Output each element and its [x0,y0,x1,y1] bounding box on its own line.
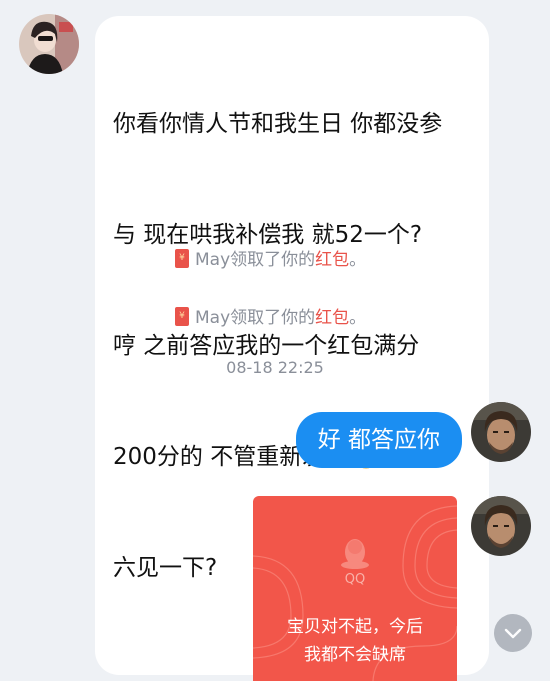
red-packet-link[interactable]: 红包 [315,250,349,270]
sender-avatar[interactable] [19,14,79,74]
own-avatar[interactable] [471,496,531,556]
red-packet-message: 我都不会缺席 [304,645,406,665]
scroll-to-bottom-button[interactable] [494,614,532,652]
notice-suffix: 。 [349,250,367,270]
red-packet-claimed-notice: May领取了你的红包。 [175,305,366,331]
red-packet-brand: QQ [344,572,366,587]
notice-text: May领取了你的 [195,308,316,328]
red-packet-link[interactable]: 红包 [315,308,349,328]
red-packet-message: 宝贝对不起，今后 [287,617,423,637]
notice-text: May领取了你的 [195,250,316,270]
outgoing-message-bubble[interactable]: 好 都答应你 [295,412,462,468]
red-packet-icon [175,307,189,326]
red-packet-icon [175,249,189,268]
red-packet-claimed-notice: May领取了你的红包。 [175,247,366,273]
qq-penguin-icon [341,539,369,569]
message-timestamp: 08-18 22:25 [226,358,324,377]
notice-suffix: 。 [349,308,367,328]
own-avatar[interactable] [471,402,531,462]
message-line: 你看你情人节和我生日 你都没参 [113,111,443,137]
chevron-down-icon [504,628,522,639]
red-packet-card[interactable]: QQ 宝贝对不起，今后 我都不会缺席 [253,496,457,681]
chat-window: 你看你情人节和我生日 你都没参 与 现在哄我补偿我 就52一个? 哼 之前答应我… [0,0,550,681]
